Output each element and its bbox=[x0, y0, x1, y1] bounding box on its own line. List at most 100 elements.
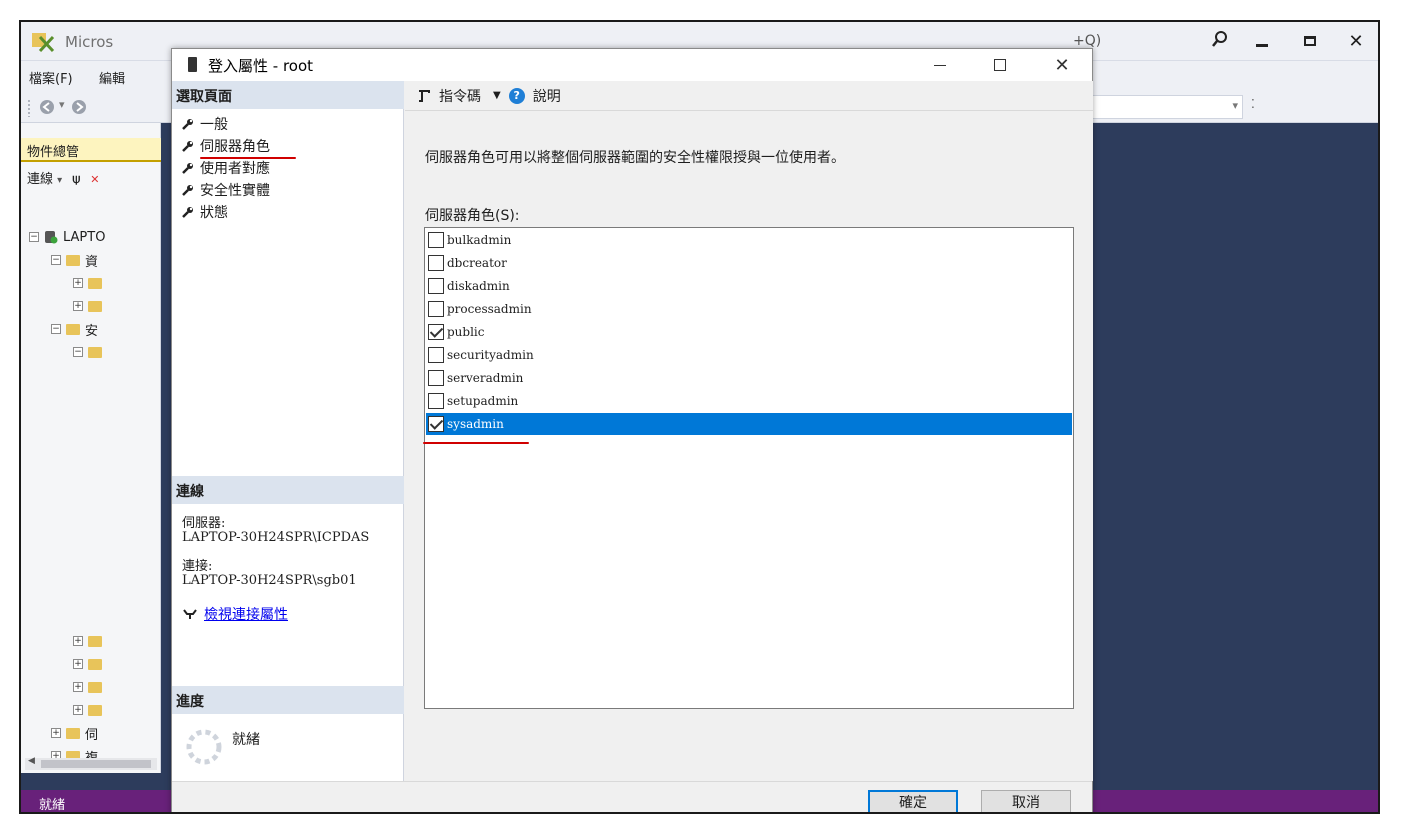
object-explorer-header[interactable]: 物件總管 bbox=[21, 138, 161, 162]
tree-server[interactable]: − LAPTO bbox=[29, 227, 105, 247]
combo-dropdown-icon[interactable]: ▾ bbox=[1232, 99, 1238, 112]
role-name: diskadmin bbox=[447, 279, 510, 293]
connection-plug-icon bbox=[183, 609, 197, 619]
scroll-left-icon[interactable]: ◀ bbox=[28, 756, 35, 766]
wrench-icon bbox=[182, 119, 193, 130]
tree-server-objects[interactable]: + 伺 bbox=[51, 723, 98, 743]
collapse-icon[interactable]: − bbox=[51, 255, 61, 265]
tree-node[interactable]: + bbox=[73, 677, 102, 697]
forward-icon[interactable] bbox=[71, 99, 87, 115]
database-selector[interactable]: ▾ bbox=[1073, 95, 1243, 119]
page-securables[interactable]: 安全性實體 bbox=[182, 180, 270, 200]
collapse-icon[interactable]: − bbox=[29, 232, 39, 242]
connect-dropdown-icon[interactable]: ▾ bbox=[57, 175, 62, 186]
role-name: securityadmin bbox=[447, 348, 534, 362]
tree-node[interactable]: + bbox=[73, 700, 102, 720]
role-row-bulkadmin[interactable]: bulkadmin bbox=[426, 229, 1072, 251]
expand-icon[interactable]: + bbox=[73, 705, 83, 715]
role-row-public[interactable]: public bbox=[426, 321, 1072, 343]
role-checkbox[interactable] bbox=[428, 278, 444, 294]
script-button[interactable]: 指令碼 bbox=[439, 86, 481, 106]
expand-icon[interactable]: + bbox=[73, 636, 83, 646]
expand-icon[interactable]: + bbox=[73, 659, 83, 669]
role-checkbox[interactable] bbox=[428, 301, 444, 317]
role-checkbox[interactable] bbox=[428, 232, 444, 248]
server-label: 伺服器: bbox=[182, 516, 226, 531]
script-dropdown-icon[interactable]: ▼ bbox=[493, 90, 501, 101]
connection-header: 連線 bbox=[172, 476, 404, 504]
progress-status: 就緒 bbox=[232, 732, 260, 748]
close-icon[interactable]: ✕ bbox=[1339, 26, 1373, 56]
explorer-horizontal-scrollbar[interactable]: ◀ bbox=[25, 756, 157, 770]
back-dropdown-icon[interactable]: ▾ bbox=[59, 98, 65, 111]
quick-launch-hint[interactable]: +Q) bbox=[1073, 33, 1101, 49]
role-row-dbcreator[interactable]: dbcreator bbox=[426, 252, 1072, 274]
folder-icon bbox=[66, 727, 80, 739]
page-user-mapping[interactable]: 使用者對應 bbox=[182, 158, 270, 178]
role-row-sysadmin[interactable]: sysadmin bbox=[426, 413, 1072, 435]
tree-security[interactable]: − 安 bbox=[51, 319, 98, 339]
view-connection-link[interactable]: 檢視連接屬性 bbox=[204, 604, 288, 624]
progress-spinner-icon bbox=[186, 729, 222, 765]
role-name: bulkadmin bbox=[447, 233, 512, 247]
page-status[interactable]: 狀態 bbox=[182, 202, 228, 222]
view-connection-properties[interactable]: 檢視連接屬性 bbox=[182, 604, 288, 624]
page-server-roles-label: 伺服器角色 bbox=[200, 139, 270, 155]
role-checkbox[interactable] bbox=[428, 370, 444, 386]
role-checkbox[interactable] bbox=[428, 393, 444, 409]
role-row-processadmin[interactable]: processadmin bbox=[426, 298, 1072, 320]
dialog-maximize-icon[interactable] bbox=[978, 49, 1022, 81]
connect-plug-icon[interactable]: ⍦ bbox=[72, 172, 80, 187]
collapse-icon[interactable]: − bbox=[51, 324, 61, 334]
tree-databases[interactable]: − 資 bbox=[51, 250, 98, 270]
toolbar-overflow-icon[interactable]: ⁚ bbox=[1251, 97, 1255, 111]
role-checkbox-checked[interactable] bbox=[428, 324, 444, 340]
tree-node[interactable]: + bbox=[73, 654, 102, 674]
screenshot-frame: Micros +Q) ✕ 檔案(F) 編輯 ▾ ▾ ⁚ 物件總管 連線 ▾ ⍦ … bbox=[19, 20, 1380, 814]
help-button[interactable]: 說明 bbox=[533, 86, 561, 106]
wrench-icon bbox=[182, 185, 193, 196]
dialog-minimize-icon[interactable] bbox=[918, 49, 962, 81]
disconnect-icon[interactable]: ✕ bbox=[90, 173, 99, 186]
wrench-icon bbox=[182, 141, 193, 152]
tree-node[interactable]: + bbox=[73, 631, 102, 651]
minimize-icon[interactable] bbox=[1245, 26, 1279, 56]
progress-header: 進度 bbox=[172, 686, 404, 714]
role-name: serveradmin bbox=[447, 371, 524, 385]
expand-icon[interactable]: + bbox=[73, 301, 83, 311]
maximize-icon[interactable] bbox=[1293, 26, 1327, 56]
role-checkbox[interactable] bbox=[428, 347, 444, 363]
page-general[interactable]: 一般 bbox=[182, 114, 228, 134]
role-row-setupadmin[interactable]: setupadmin bbox=[426, 390, 1072, 412]
connect-button[interactable]: 連線 bbox=[27, 172, 53, 187]
expand-icon[interactable]: + bbox=[73, 278, 83, 288]
role-checkbox-checked[interactable] bbox=[428, 416, 444, 432]
collapse-icon[interactable]: − bbox=[73, 347, 83, 357]
role-row-serveradmin[interactable]: serveradmin bbox=[426, 367, 1072, 389]
menu-edit[interactable]: 編輯 bbox=[99, 68, 125, 87]
role-name: processadmin bbox=[447, 302, 532, 316]
dialog-right-pane: 指令碼 ▼ ? 說明 伺服器角色可用以將整個伺服器範圍的安全性權限授與一位使用者… bbox=[405, 81, 1093, 781]
back-icon[interactable] bbox=[39, 99, 55, 115]
role-row-diskadmin[interactable]: diskadmin bbox=[426, 275, 1072, 297]
scrollbar-thumb[interactable] bbox=[41, 760, 151, 768]
dialog-close-icon[interactable]: ✕ bbox=[1040, 49, 1084, 81]
expand-icon[interactable]: + bbox=[51, 728, 61, 738]
tree-node[interactable]: + bbox=[73, 273, 102, 293]
cancel-button[interactable]: 取消 bbox=[981, 790, 1071, 812]
toolbar-grip[interactable] bbox=[27, 99, 31, 117]
server-roles-list[interactable]: bulkadmin dbcreator diskadmin processadm… bbox=[424, 227, 1074, 709]
ok-button[interactable]: 確定 bbox=[868, 790, 958, 812]
folder-icon bbox=[88, 277, 102, 289]
expand-icon[interactable]: + bbox=[73, 682, 83, 692]
role-row-securityadmin[interactable]: securityadmin bbox=[426, 344, 1072, 366]
search-icon[interactable] bbox=[1211, 30, 1229, 48]
menu-file[interactable]: 檔案(F) bbox=[29, 68, 73, 87]
tree-databases-label: 資 bbox=[85, 254, 99, 270]
help-icon[interactable]: ? bbox=[508, 87, 525, 104]
tree-node[interactable]: − bbox=[73, 342, 102, 362]
page-server-roles[interactable]: 伺服器角色 bbox=[182, 136, 270, 156]
tree-node[interactable]: + bbox=[73, 296, 102, 316]
tree-security-label: 安 bbox=[85, 323, 99, 339]
role-checkbox[interactable] bbox=[428, 255, 444, 271]
